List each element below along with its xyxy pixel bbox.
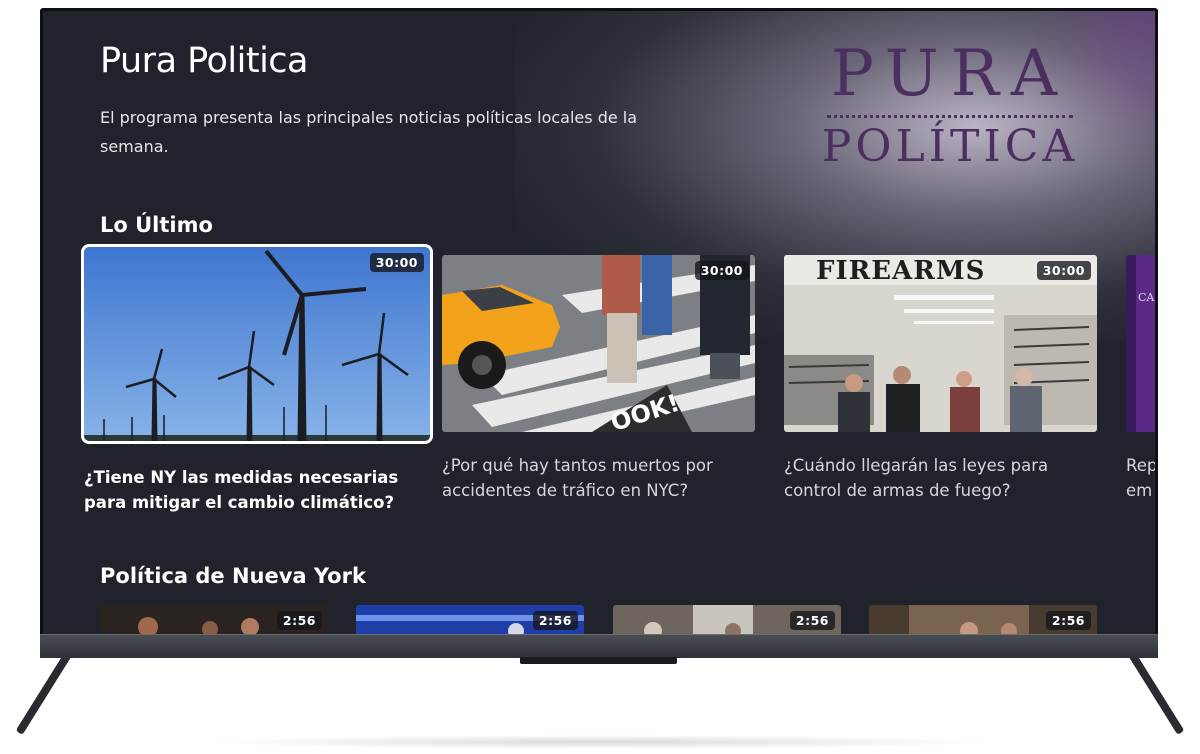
video-thumbnail[interactable]: 2:56 [613, 605, 841, 634]
video-thumbnail[interactable]: 2:56 [869, 605, 1097, 634]
video-title: ¿Por qué hay tantos muertos por accident… [442, 456, 713, 500]
video-thumbnail[interactable]: FIREARMS 30:00 [784, 255, 1097, 432]
video-title: ¿Tiene NY las medidas necesarias para mi… [84, 468, 399, 512]
tv-stand-left-leg [15, 645, 76, 735]
video-duration-badge: 30:00 [1036, 261, 1091, 280]
tv-stand-right-leg [1124, 645, 1185, 735]
logo-line-2: POLÍTICA [821, 121, 1079, 172]
video-title: ¿Cuándo llegarán las leyes para control … [784, 456, 1049, 500]
video-duration-badge: 2:56 [532, 611, 578, 630]
video-duration-badge: 2:56 [1045, 611, 1091, 630]
video-thumbnail[interactable]: OOK! 30:00 [442, 255, 755, 432]
video-thumbnail[interactable]: 30:00 [81, 244, 433, 444]
section-title-ny-politics: Política de Nueva York [100, 564, 366, 588]
show-description: El programa presenta las principales not… [100, 108, 638, 156]
video-thumbnail[interactable]: CA TO [1126, 255, 1155, 432]
show-title: Pura Politica [100, 41, 309, 81]
tv-screen: Pura Politica El programa presenta las p… [43, 11, 1155, 634]
wind-turbines-image [84, 247, 430, 441]
crosswalk-taxi-image: OOK! [442, 255, 755, 432]
store-sign-text: FIREARMS [816, 256, 985, 286]
video-title: Rep em [1126, 456, 1155, 500]
logo-dotted-rule [827, 115, 1073, 118]
partial-card-text: CA TO [1138, 291, 1155, 304]
video-duration-badge: 2:56 [789, 611, 835, 630]
partial-card-image: CA TO [1126, 255, 1155, 432]
gun-store-image: FIREARMS [784, 255, 1097, 432]
video-duration-badge: 30:00 [369, 253, 424, 272]
tv-center-foot [520, 657, 677, 664]
tv-shadow [200, 735, 1000, 749]
video-duration-badge: 2:56 [276, 611, 322, 630]
section-title-latest: Lo Último [100, 213, 213, 237]
video-duration-badge: 30:00 [694, 261, 749, 280]
show-logo: PURA POLÍTICA [821, 39, 1079, 172]
logo-line-1: PURA [830, 37, 1070, 111]
video-thumbnail[interactable]: 2:56 [100, 605, 328, 634]
video-thumbnail[interactable]: 2:56 [356, 605, 584, 634]
tv-bottom-bar [40, 634, 1158, 658]
